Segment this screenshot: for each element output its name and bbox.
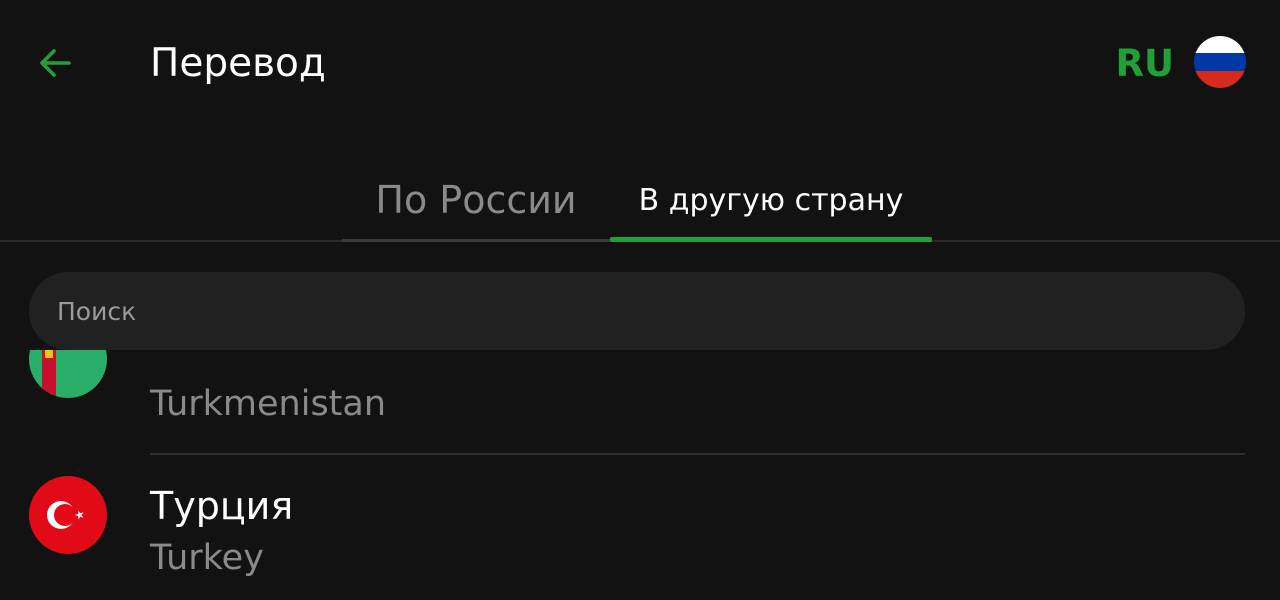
search-box[interactable]: [29, 272, 1245, 350]
active-tab-indicator: [610, 237, 932, 242]
search-input[interactable]: [55, 295, 1245, 327]
page-title: Перевод: [150, 41, 326, 86]
country-name-en: Turkey: [150, 538, 264, 578]
country-name: Турция: [150, 484, 294, 528]
tab-domestic-underline: [342, 239, 610, 242]
list-item-turkey[interactable]: Турция Turkey: [0, 350, 1280, 600]
tab-domestic[interactable]: По России: [342, 160, 610, 240]
back-button[interactable]: [30, 38, 80, 88]
russia-flag-icon[interactable]: [1194, 36, 1246, 88]
country-list: Turkmenistan Турция Turkey: [0, 350, 1280, 600]
language-code[interactable]: RU: [1115, 38, 1174, 90]
turkey-flag-icon: [29, 476, 107, 554]
arrow-left-icon: [40, 49, 71, 77]
transfer-screen: Перевод RU По России В другую страну Tur…: [0, 0, 1280, 600]
tab-abroad[interactable]: В другую страну: [610, 160, 932, 240]
